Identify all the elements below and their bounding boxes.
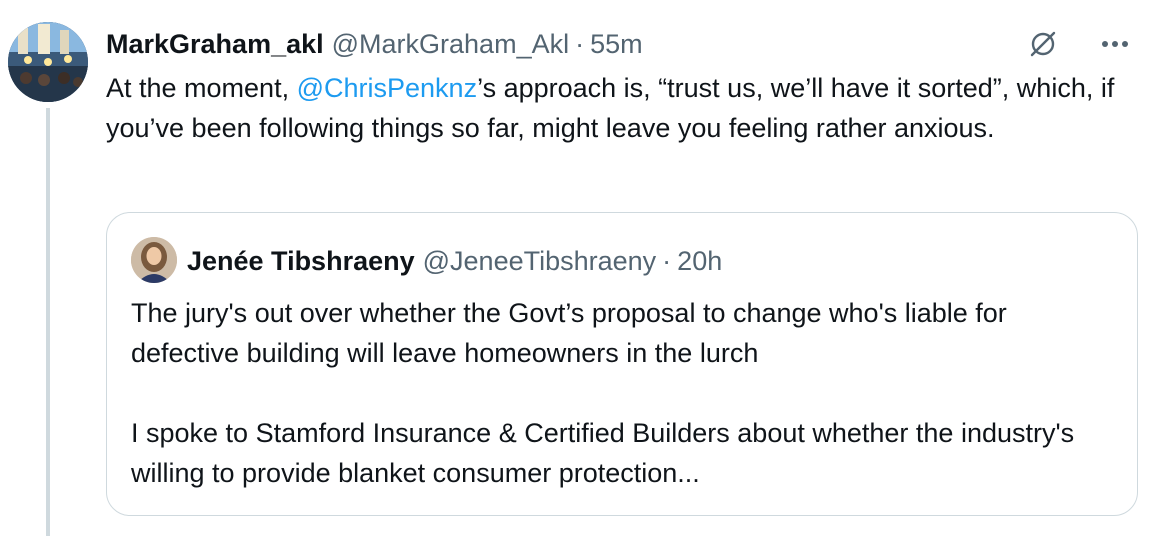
tweet-text-before: At the moment,	[106, 73, 297, 103]
tweet-text: At the moment, @ChrisPenknz’s approach i…	[106, 68, 1136, 148]
more-icon[interactable]	[1088, 26, 1142, 62]
quote-author-display-name[interactable]: Jenée Tibshraeny	[187, 246, 415, 277]
grok-icon[interactable]	[1024, 26, 1062, 62]
quote-paragraph-1: The jury's out over whether the Govt’s p…	[131, 298, 1007, 368]
quote-paragraph-2: I spoke to Stamford Insurance & Certifie…	[131, 418, 1075, 488]
author-display-name[interactable]: MarkGraham_akl	[106, 29, 324, 60]
header-separator: ·	[575, 28, 585, 59]
quote-avatar-image	[131, 237, 177, 283]
quote-timestamp[interactable]: 20h	[677, 246, 722, 277]
quote-tweet-card[interactable]: Jenée Tibshraeny @JeneeTibshraeny · 20h …	[106, 212, 1138, 516]
quote-header-separator: ·	[662, 245, 672, 276]
quote-author-handle[interactable]: @JeneeTibshraeny	[423, 246, 657, 277]
quote-header: Jenée Tibshraeny @JeneeTibshraeny · 20h	[187, 241, 722, 281]
quote-avatar[interactable]	[131, 237, 177, 283]
thread-line	[46, 108, 50, 536]
grok-icon-glyph	[1030, 31, 1056, 57]
mention-link[interactable]: @ChrisPenknz	[297, 73, 477, 103]
tweet-timestamp[interactable]: 55m	[590, 29, 643, 60]
quote-text: The jury's out over whether the Govt’s p…	[131, 293, 1111, 493]
avatar-image	[8, 22, 88, 102]
avatar[interactable]	[8, 22, 88, 102]
tweet-header: MarkGraham_akl @MarkGraham_Akl · 55m	[106, 24, 643, 64]
author-handle[interactable]: @MarkGraham_Akl	[332, 29, 569, 60]
more-icon-glyph	[1102, 41, 1128, 47]
